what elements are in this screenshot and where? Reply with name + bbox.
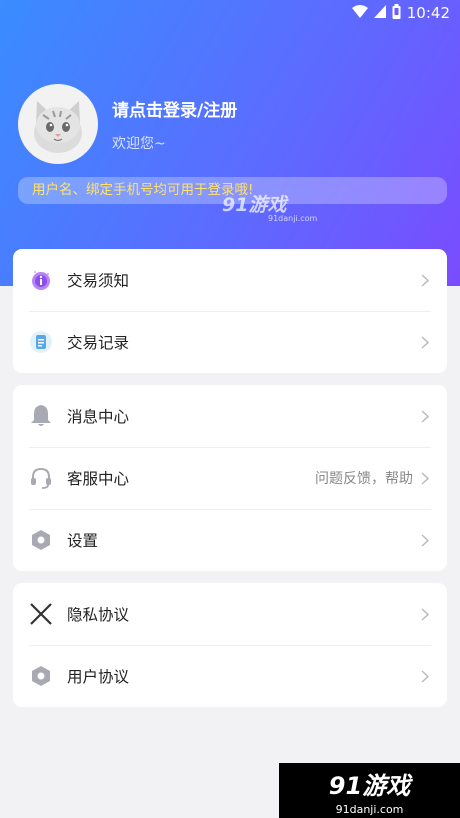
watermark-top: 91游戏 91danji.com: [222, 190, 317, 223]
watermark-bottom: 91游戏 91danji.com: [279, 763, 460, 818]
status-bar: 10:42: [0, 0, 460, 26]
service-card: 消息中心 客服中心 问题反馈，帮助 设置: [13, 385, 447, 571]
menu-item-trade-records[interactable]: 交易记录: [13, 311, 447, 373]
watermark-brand-bottom: 91游戏: [328, 771, 411, 800]
bell-icon: [29, 404, 53, 428]
watermark-site-bottom: 91danji.com: [335, 802, 404, 816]
menu-item-trade-notice[interactable]: 交易须知: [13, 249, 447, 311]
welcome-text: 欢迎您~: [112, 135, 166, 152]
menu-item-customer-service[interactable]: 客服中心 问题反馈，帮助: [13, 447, 447, 509]
chevron-right-icon: [419, 273, 431, 287]
menu-label: 设置: [67, 532, 99, 550]
chevron-right-icon: [419, 669, 431, 683]
chevron-right-icon: [419, 471, 431, 485]
status-time: 10:42: [406, 4, 450, 22]
menu-label: 隐私协议: [67, 606, 130, 624]
menu-label: 用户协议: [67, 668, 130, 686]
wifi-icon: [351, 4, 368, 22]
chevron-right-icon: [419, 335, 431, 349]
purple-badge-icon: [29, 268, 53, 292]
watermark-brand: 91游戏: [222, 194, 287, 216]
headset-icon: [29, 466, 53, 490]
agreement-card: 隐私协议 用户协议: [13, 583, 447, 707]
blue-document-icon: [29, 330, 53, 354]
login-register-link[interactable]: 请点击登录/注册: [112, 96, 237, 121]
menu-label: 消息中心: [67, 408, 130, 426]
cat-avatar[interactable]: [18, 84, 98, 164]
hexagon-settings-icon: [29, 528, 53, 552]
watermark-site: 91danji.com: [268, 214, 318, 223]
menu-label: 交易记录: [67, 334, 130, 352]
menu-item-user-agreement[interactable]: 用户协议: [13, 645, 447, 707]
signal-icon: [373, 4, 386, 22]
trade-card: 交易须知 交易记录: [13, 249, 447, 373]
close-x-icon: [29, 602, 53, 626]
menu-item-privacy-policy[interactable]: 隐私协议: [13, 583, 447, 645]
menu-label: 客服中心: [67, 470, 130, 488]
chevron-right-icon: [419, 409, 431, 423]
hexagon-settings-icon: [29, 664, 53, 688]
menu-item-settings[interactable]: 设置: [13, 509, 447, 571]
menu-item-message-center[interactable]: 消息中心: [13, 385, 447, 447]
chevron-right-icon: [419, 607, 431, 621]
menu-extra-text: 问题反馈，帮助: [315, 471, 413, 487]
profile-section[interactable]: 请点击登录/注册 欢迎您~: [18, 84, 237, 164]
chevron-right-icon: [419, 533, 431, 547]
menu-label: 交易须知: [67, 272, 130, 290]
login-tip-text: 用户名、绑定手机号均可用于登录哦!: [32, 182, 254, 198]
battery-icon: [392, 3, 401, 23]
